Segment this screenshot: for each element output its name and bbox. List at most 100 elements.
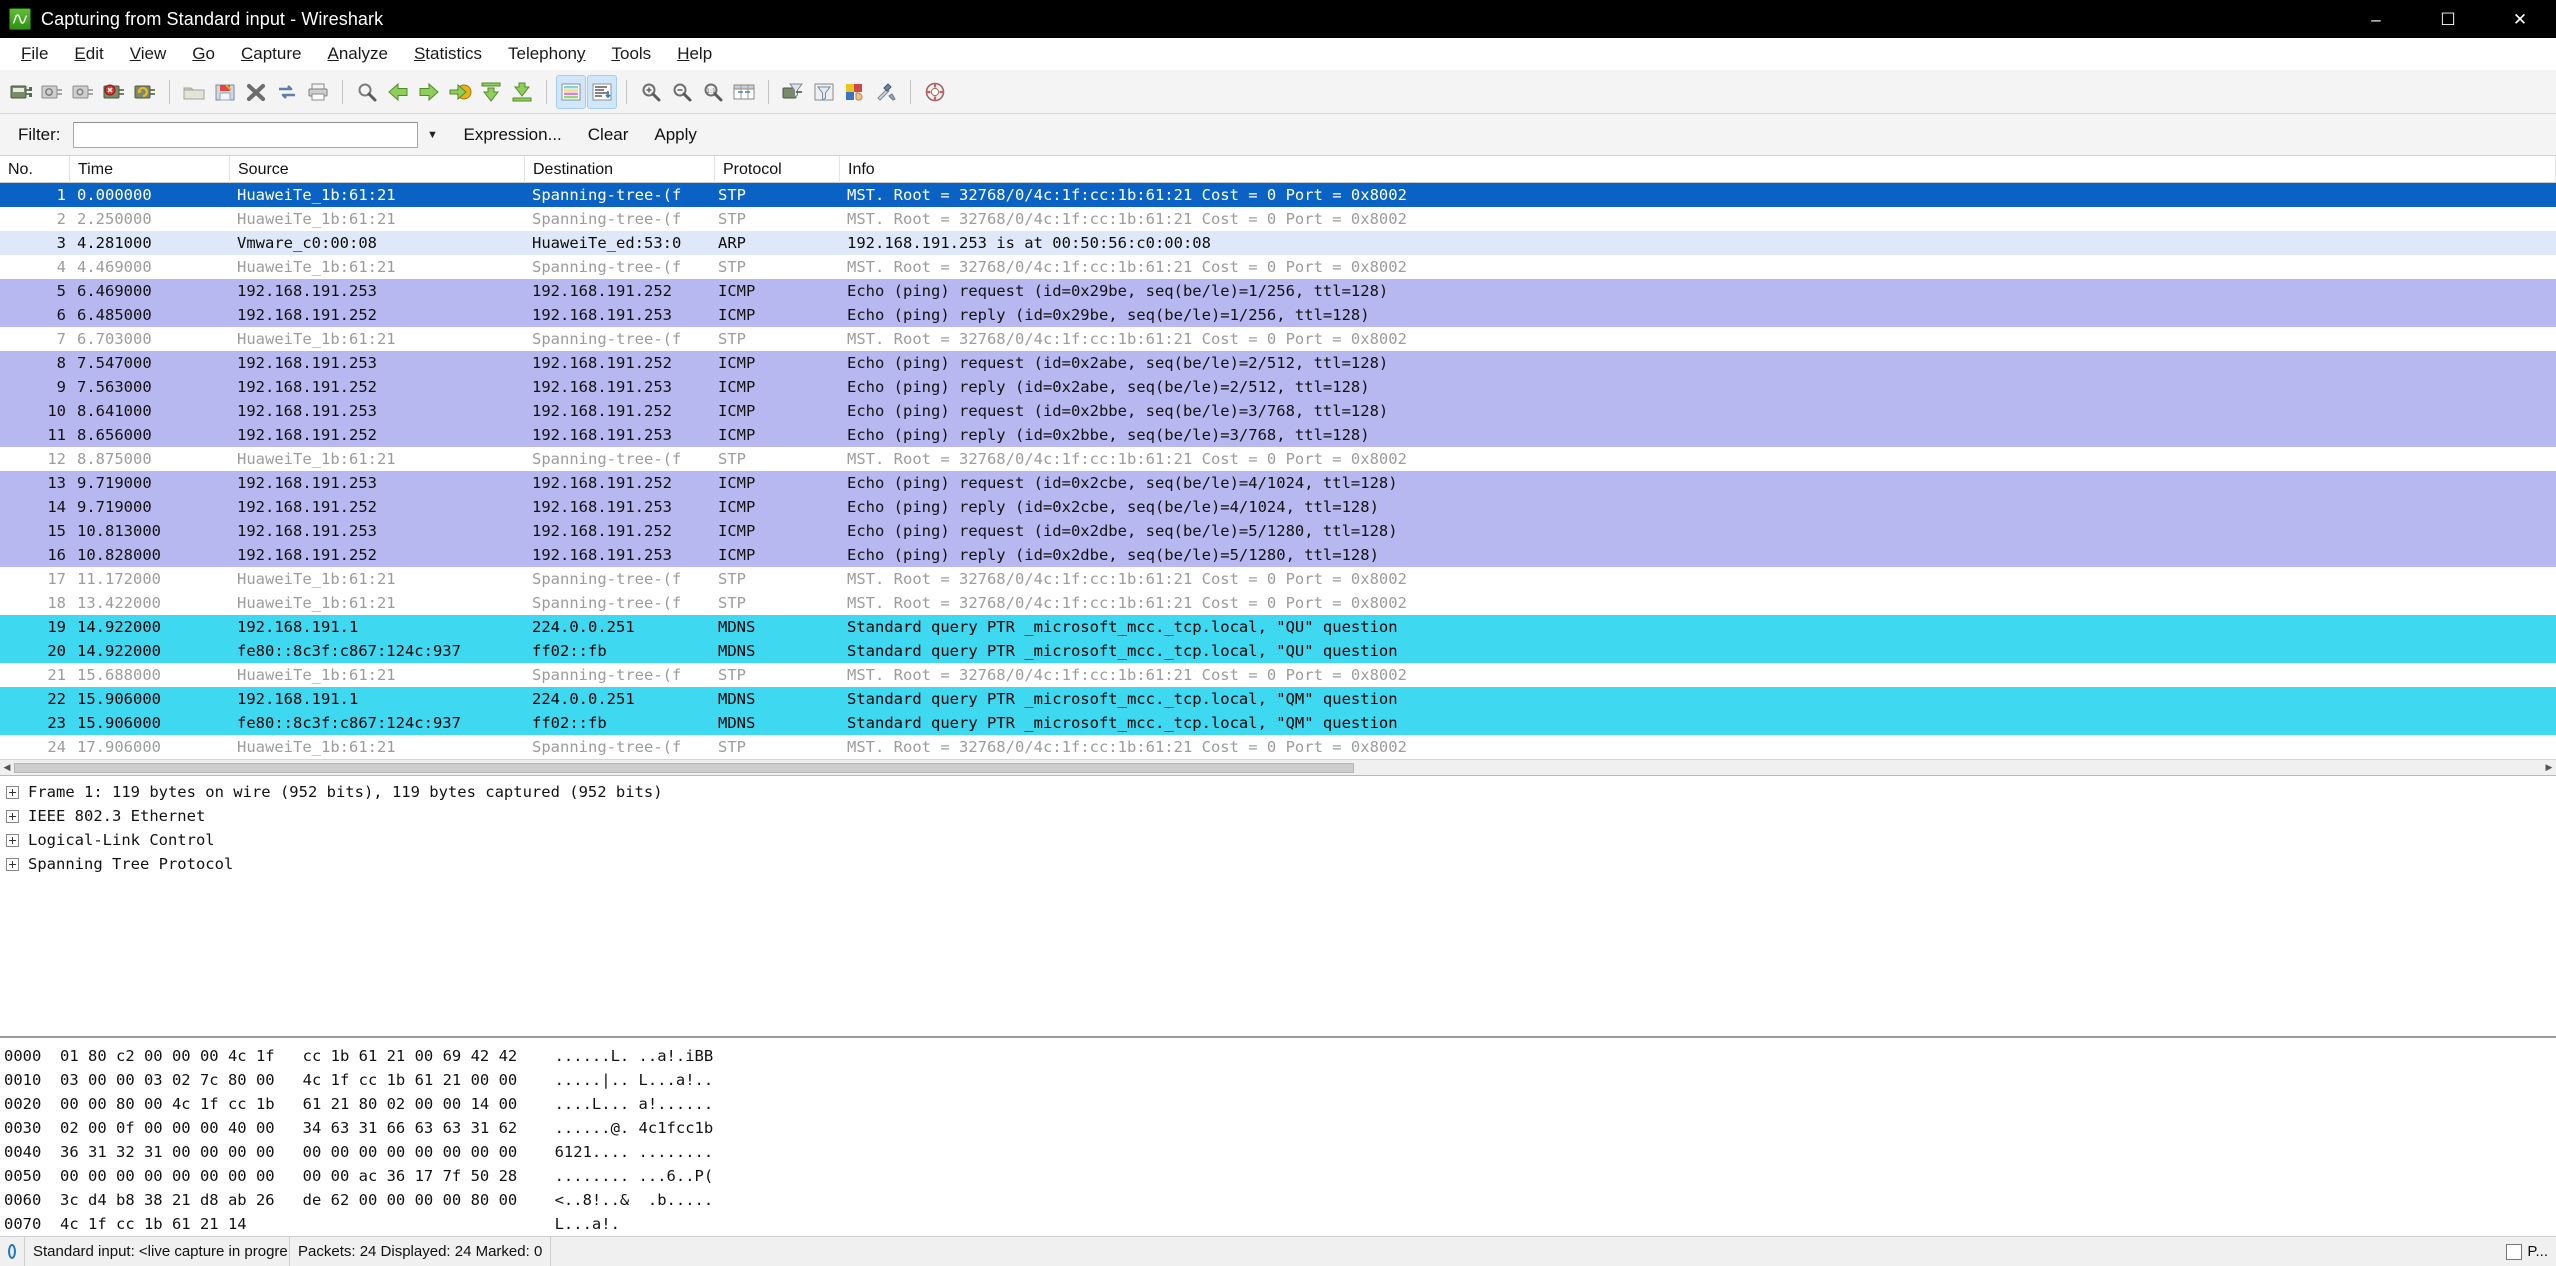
find-packet-icon[interactable] (352, 75, 382, 109)
packet-list-hscrollbar[interactable]: ◀ ▶ (0, 759, 2556, 775)
expand-plus-icon[interactable] (6, 857, 19, 871)
filter-clear-button[interactable]: Clear (578, 122, 639, 148)
colorize-toggle-icon[interactable] (556, 74, 586, 109)
menu-go[interactable]: Go (179, 40, 228, 68)
column-header-no[interactable]: No. (0, 155, 70, 183)
packet-row[interactable]: 18 13.422000 HuaweiTe_1b:61:21 Spanning-tre… (0, 591, 2556, 615)
packet-row[interactable]: 13 9.719000 192.168.191.253 192.168.191.252… (0, 471, 2556, 495)
hex-dump-line[interactable]: 0010 03 00 00 03 02 7c 80 00 4c 1f cc 1b… (4, 1068, 2556, 1092)
packet-row[interactable]: 22 15.906000 192.168.191.1 224.0.0.251 MDNS S… (0, 687, 2556, 711)
minimize-button[interactable]: – (2340, 0, 2412, 38)
hex-dump-line[interactable]: 0040 36 31 32 31 00 00 00 00 00 00 00 00… (4, 1140, 2556, 1164)
hex-dump-line[interactable]: 0020 00 00 80 00 4c 1f cc 1b 61 21 80 02… (4, 1092, 2556, 1116)
capture-status-icon[interactable] (0, 1236, 25, 1266)
filter-input[interactable] (72, 121, 418, 148)
zoom-reset-icon[interactable]: 1:1 (698, 75, 728, 109)
detail-tree-node[interactable]: Spanning Tree Protocol (0, 852, 2556, 876)
packet-row[interactable]: 7 6.703000 HuaweiTe_1b:61:21 Spanning-tree-… (0, 327, 2556, 351)
zoom-in-icon[interactable] (636, 75, 666, 109)
column-header-info[interactable]: Info (840, 155, 2556, 183)
maximize-button[interactable]: ☐ (2412, 0, 2484, 38)
filter-expression-button[interactable]: Expression... (454, 122, 572, 148)
open-file-icon[interactable] (179, 75, 209, 109)
menu-capture[interactable]: Capture (228, 40, 314, 68)
column-header-time[interactable]: Time (70, 155, 230, 183)
zoom-out-icon[interactable] (667, 75, 697, 109)
packet-row[interactable]: 16 10.828000 192.168.191.252 192.168.191.25… (0, 543, 2556, 567)
start-capture-icon[interactable] (68, 75, 98, 109)
scroll-left-icon[interactable]: ◀ (0, 762, 14, 773)
packet-row[interactable]: 2 2.250000 HuaweiTe_1b:61:21 Spanning-tree-… (0, 207, 2556, 231)
status-capture-source[interactable]: Standard input: <live capture in progre.… (25, 1236, 290, 1266)
packet-row[interactable]: 17 11.172000 HuaweiTe_1b:61:21 Spanning-tre… (0, 567, 2556, 591)
scroll-right-icon[interactable]: ▶ (2542, 762, 2556, 773)
packet-row[interactable]: 8 7.547000 192.168.191.253 192.168.191.252 I… (0, 351, 2556, 375)
hex-dump-line[interactable]: 0030 02 00 0f 00 00 00 40 00 34 63 31 66… (4, 1116, 2556, 1140)
expand-plus-icon[interactable] (6, 809, 19, 823)
reload-file-icon[interactable] (272, 75, 302, 109)
packet-row[interactable]: 6 6.485000 192.168.191.252 192.168.191.253 I… (0, 303, 2556, 327)
column-header-destination[interactable]: Destination (525, 155, 715, 183)
packet-row[interactable]: 11 8.656000 192.168.191.252 192.168.191.253… (0, 423, 2556, 447)
preferences-icon[interactable] (871, 75, 901, 109)
menu-edit[interactable]: Edit (61, 40, 116, 68)
packet-row[interactable]: 14 9.719000 192.168.191.252 192.168.191.253… (0, 495, 2556, 519)
filter-apply-button[interactable]: Apply (644, 122, 707, 148)
column-header-protocol[interactable]: Protocol (715, 155, 840, 183)
close-file-icon[interactable] (241, 75, 271, 109)
chevron-down-icon[interactable]: ▼ (418, 122, 448, 148)
go-to-packet-icon[interactable] (445, 75, 475, 109)
go-last-packet-icon[interactable] (507, 75, 537, 109)
menu-telephony[interactable]: Telephony (495, 40, 599, 68)
save-file-icon[interactable] (210, 75, 240, 109)
resize-columns-icon[interactable] (729, 75, 759, 109)
autoscroll-toggle-icon[interactable] (587, 74, 617, 109)
packet-row[interactable]: 21 15.688000 HuaweiTe_1b:61:21 Spanning-tre… (0, 663, 2556, 687)
go-forward-icon[interactable] (414, 75, 444, 109)
stop-capture-icon[interactable] (99, 75, 129, 109)
restart-capture-icon[interactable] (130, 75, 160, 109)
menu-view[interactable]: View (117, 40, 180, 68)
menu-analyze[interactable]: Analyze (314, 40, 400, 68)
status-profile[interactable]: P... (2498, 1237, 2556, 1266)
hex-dump-line[interactable]: 0060 3c d4 b8 38 21 d8 ab 26 de 62 00 00… (4, 1188, 2556, 1212)
detail-tree-node[interactable]: IEEE 802.3 Ethernet (0, 804, 2556, 828)
packet-row[interactable]: 12 8.875000 HuaweiTe_1b:61:21 Spanning-tree… (0, 447, 2556, 471)
expand-plus-icon[interactable] (6, 785, 19, 799)
menu-tools[interactable]: Tools (599, 40, 665, 68)
print-icon[interactable] (303, 75, 333, 109)
detail-tree-node[interactable]: Frame 1: 119 bytes on wire (952 bits), 1… (0, 780, 2556, 804)
packet-row[interactable]: 1 0.000000 HuaweiTe_1b:61:21 Spanning-tree-… (0, 183, 2556, 207)
packet-row[interactable]: 20 14.922000 fe80::8c3f:c867:124c:937 ff02:… (0, 639, 2556, 663)
packet-row[interactable]: 9 7.563000 192.168.191.252 192.168.191.253 I… (0, 375, 2556, 399)
packet-row[interactable]: 23 15.906000 fe80::8c3f:c867:124c:937 ff02:… (0, 711, 2556, 735)
hex-dump-line[interactable]: 0070 4c 1f cc 1b 61 21 14 L...a!. (4, 1212, 2556, 1236)
wireshark-icon (9, 8, 31, 30)
go-first-packet-icon[interactable] (476, 75, 506, 109)
menu-help[interactable]: Help (664, 40, 725, 68)
interfaces-icon[interactable] (6, 75, 36, 109)
menu-file[interactable]: File (8, 40, 61, 68)
capture-options-icon[interactable] (37, 75, 67, 109)
hex-dump-line[interactable]: 0000 01 80 c2 00 00 00 4c 1f cc 1b 61 21… (4, 1044, 2556, 1068)
menu-statistics[interactable]: Statistics (401, 40, 495, 68)
packet-row[interactable]: 5 6.469000 192.168.191.253 192.168.191.252 I… (0, 279, 2556, 303)
detail-tree-node[interactable]: Logical-Link Control (0, 828, 2556, 852)
column-header-source[interactable]: Source (230, 155, 525, 183)
packet-row[interactable]: 19 14.922000 192.168.191.1 224.0.0.251 MDNS S… (0, 615, 2556, 639)
packet-row[interactable]: 15 10.813000 192.168.191.253 192.168.191.25… (0, 519, 2556, 543)
expand-plus-icon[interactable] (6, 833, 19, 847)
display-filters-icon[interactable] (809, 75, 839, 109)
help-icon[interactable] (920, 75, 950, 109)
hscroll-thumb[interactable] (14, 762, 1354, 773)
packet-row[interactable]: 4 4.469000 HuaweiTe_1b:61:21 Spanning-tree-… (0, 255, 2556, 279)
packet-row[interactable]: 3 4.281000 Vmware_c0:00:08 HuaweiTe_ed:53:0… (0, 231, 2556, 255)
packet-row[interactable]: 24 17.906000 HuaweiTe_1b:61:21 Spanning-tre… (0, 735, 2556, 759)
coloring-rules-icon[interactable] (840, 75, 870, 109)
hex-dump-line[interactable]: 0050 00 00 00 00 00 00 00 00 00 00 ac 36… (4, 1164, 2556, 1188)
hscroll-track[interactable] (14, 760, 2542, 775)
capture-filters-icon[interactable] (778, 75, 808, 109)
close-button[interactable]: ✕ (2484, 0, 2556, 38)
packet-row[interactable]: 10 8.641000 192.168.191.253 192.168.191.252… (0, 399, 2556, 423)
go-back-icon[interactable] (383, 75, 413, 109)
